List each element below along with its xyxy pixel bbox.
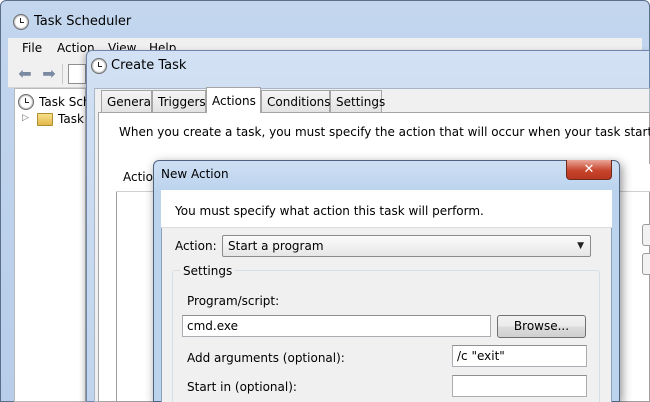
- tree-expander-icon[interactable]: ▷: [22, 113, 29, 123]
- chevron-down-icon: ▼: [577, 241, 584, 251]
- folder-icon: [37, 113, 53, 126]
- forward-arrow-icon[interactable]: ➡: [40, 65, 58, 83]
- close-button[interactable]: ✕: [566, 160, 612, 180]
- tab-triggers[interactable]: Triggers: [152, 90, 206, 112]
- program-script-label: Program/script:: [187, 294, 280, 308]
- task-scheduler-node-icon: [18, 94, 34, 110]
- start-in-input[interactable]: [452, 375, 587, 397]
- new-action-title: New Action: [161, 167, 229, 181]
- arguments-label: Add arguments (optional):: [187, 351, 345, 365]
- arguments-input[interactable]: /c "exit": [452, 345, 587, 367]
- program-script-input[interactable]: cmd.exe: [182, 315, 491, 337]
- move-down-button[interactable]: [642, 253, 650, 275]
- menu-file[interactable]: File: [22, 41, 42, 55]
- task-scheduler-clock-icon: [13, 14, 29, 30]
- console-tree-icon[interactable]: [68, 64, 86, 84]
- browse-button[interactable]: Browse...: [497, 315, 586, 338]
- back-arrow-icon[interactable]: ⬅: [16, 65, 34, 83]
- create-task-clock-icon: [91, 58, 107, 74]
- tab-conditions[interactable]: Conditions: [261, 90, 331, 112]
- action-select-value: Start a program: [228, 239, 324, 253]
- close-icon: ✕: [583, 162, 595, 177]
- create-task-instructions: When you create a task, you must specify…: [119, 125, 650, 139]
- create-task-title: Create Task: [111, 58, 187, 73]
- navigation-tree: Task Scheduler ▷ Task Scheduler Library: [14, 88, 194, 402]
- action-select[interactable]: Start a program ▼: [222, 235, 591, 257]
- tab-actions[interactable]: Actions: [206, 87, 261, 113]
- settings-group-label: Settings: [180, 264, 236, 278]
- window-title: Task Scheduler: [34, 14, 132, 29]
- tab-settings[interactable]: Settings: [330, 90, 385, 112]
- move-up-button[interactable]: [642, 224, 650, 246]
- new-action-instructions: You must specify what action this task w…: [175, 204, 484, 218]
- action-label: Action:: [175, 239, 217, 253]
- task-scheduler-titlebar[interactable]: Task Scheduler: [0, 0, 648, 38]
- toolbar-separator: [62, 64, 63, 84]
- start-in-label: Start in (optional):: [187, 380, 297, 394]
- tab-general[interactable]: General: [101, 90, 154, 112]
